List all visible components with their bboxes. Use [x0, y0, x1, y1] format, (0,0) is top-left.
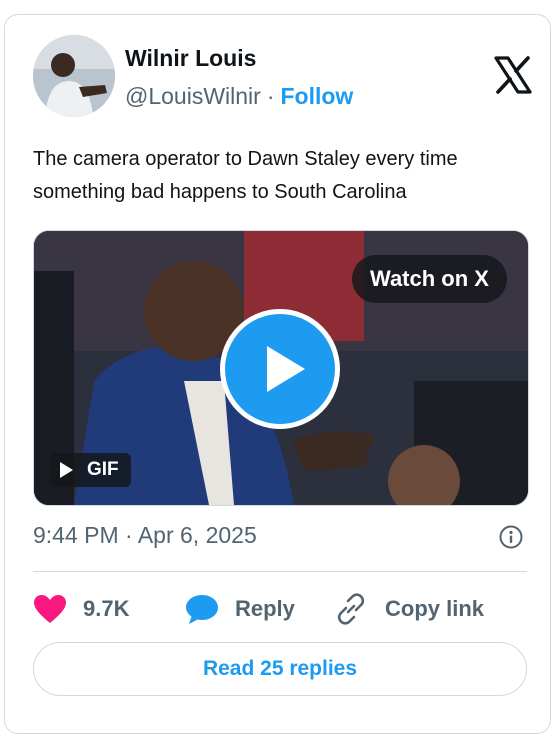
- media-gif[interactable]: Watch on X GIF: [33, 230, 529, 506]
- play-small-icon: [60, 462, 73, 478]
- gif-label: GIF: [87, 459, 119, 480]
- info-icon[interactable]: [498, 524, 524, 550]
- like-count: 9.7K: [83, 596, 130, 621]
- divider: [33, 571, 527, 572]
- reply-button[interactable]: Reply: [185, 589, 295, 629]
- post-card: Wilnir Louis @LouisWilnir · Follow The cam…: [4, 14, 551, 734]
- follow-button[interactable]: Follow: [281, 83, 354, 109]
- author-handle[interactable]: @LouisWilnir: [125, 83, 261, 109]
- x-logo-icon[interactable]: [493, 55, 533, 95]
- link-icon: [337, 593, 365, 625]
- post-header: Wilnir Louis @LouisWilnir · Follow: [33, 35, 533, 125]
- gif-badge: GIF: [50, 453, 131, 487]
- reply-bubble-icon: [186, 595, 218, 624]
- copy-link-label: Copy link: [385, 596, 485, 621]
- avatar[interactable]: [33, 35, 115, 117]
- separator: ·: [266, 83, 275, 109]
- action-bar: 9.7K Reply Copy link: [33, 589, 527, 629]
- play-icon: [267, 346, 305, 392]
- post-timestamp[interactable]: 9:44 PM · Apr 6, 2025: [33, 522, 257, 549]
- like-button[interactable]: 9.7K: [33, 589, 129, 629]
- handle-row: @LouisWilnir · Follow: [125, 83, 353, 110]
- post-text: The camera operator to Dawn Staley every…: [33, 148, 458, 203]
- author-name[interactable]: Wilnir Louis: [125, 45, 256, 72]
- heart-icon: [34, 595, 66, 623]
- reply-label: Reply: [235, 596, 295, 621]
- play-button[interactable]: [220, 309, 340, 429]
- read-replies-button[interactable]: Read 25 replies: [33, 642, 527, 696]
- watch-on-x-button[interactable]: Watch on X: [352, 255, 507, 303]
- copy-link-button[interactable]: Copy link: [333, 589, 484, 629]
